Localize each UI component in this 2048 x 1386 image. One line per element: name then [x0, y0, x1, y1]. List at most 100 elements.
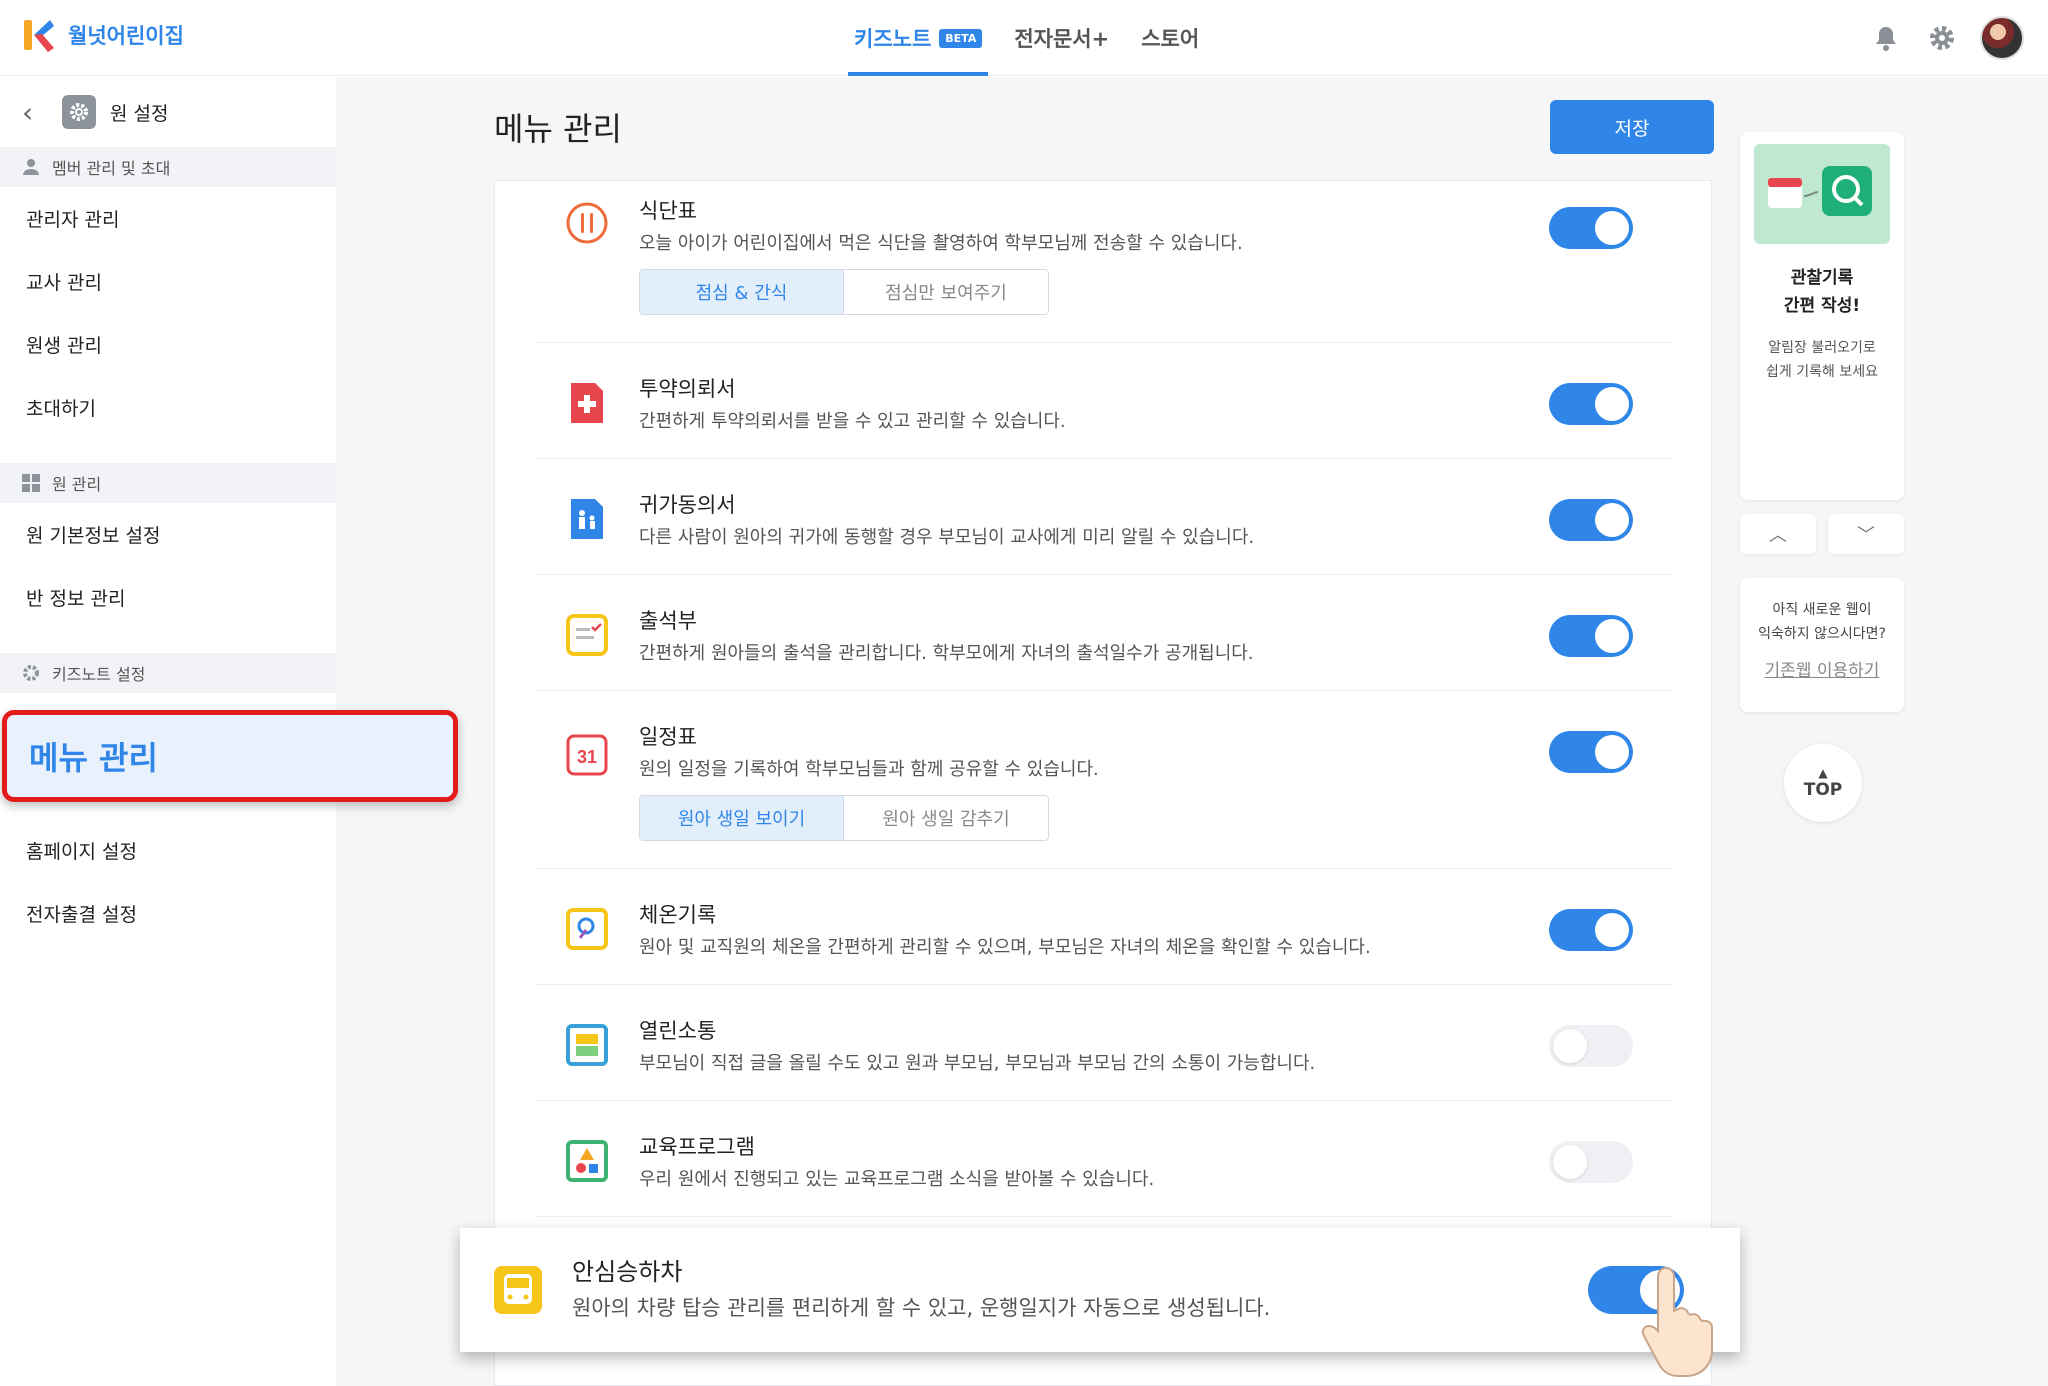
promo-illustration [1754, 144, 1890, 244]
menu-desc: 우리 원에서 진행되고 있는 교육프로그램 소식을 받아볼 수 있습니다. [639, 1169, 1155, 1190]
nav-tab-label: 키즈노트 [854, 27, 932, 51]
chevron-down-icon: ﹀ [1857, 525, 1875, 546]
toggle-education[interactable] [1549, 1141, 1633, 1183]
calendar-icon-text: 31 [577, 747, 597, 767]
nav-tab-kidsnote[interactable]: 키즈노트 BETA [848, 0, 989, 76]
legacy-web-link[interactable]: 기존웹 이용하기 [1740, 656, 1904, 681]
sidebar-item-class-info[interactable]: 반 정보 관리 [0, 566, 336, 629]
medical-cross-icon [565, 381, 609, 425]
gear-small-icon [22, 664, 40, 682]
top-label: TOP [1803, 780, 1843, 800]
scroll-top-button[interactable]: ▲ TOP [1784, 744, 1862, 822]
save-button[interactable]: 저장 [1550, 100, 1714, 154]
section-label: 멤버 관리 및 초대 [52, 159, 171, 178]
main-nav: 키즈노트 BETA 전자문서+ 스토어 [848, 0, 1225, 76]
section-label: 키즈노트 설정 [52, 665, 146, 684]
menu-name: 투약의뢰서 [639, 377, 736, 401]
meal-option-group: 점심 & 간식 점심만 보여주기 [639, 269, 1049, 315]
toggle-temperature[interactable] [1549, 909, 1633, 951]
menu-desc: 간편하게 원아들의 출석을 관리합니다. 학부모에게 자녀의 출석일수가 공개됩… [639, 643, 1254, 664]
sidebar-item-students[interactable]: 원생 관리 [0, 313, 336, 376]
kidsnote-logo-icon [24, 18, 54, 52]
section-kidsnote: 키즈노트 설정 [0, 653, 336, 693]
menu-name: 귀가동의서 [639, 493, 736, 517]
nav-tab-edocs[interactable]: 전자문서+ [1008, 0, 1115, 76]
sidebar-item-menu-management[interactable]: 메뉴 관리 [2, 710, 458, 802]
chevron-up-icon: ︿ [1769, 525, 1787, 546]
promo-title-line: 관찰기록 [1790, 268, 1854, 288]
legacy-web-text: 아직 새로운 웹이 익숙하지 않으시다면? [1740, 598, 1904, 646]
shapes-icon [565, 1139, 609, 1183]
nav-tab-label: 스토어 [1141, 27, 1200, 51]
menu-desc: 다른 사람이 원아의 귀가에 동행할 경우 부모님이 교사에게 미리 알릴 수 … [639, 527, 1255, 548]
menu-desc: 부모님이 직접 글을 올릴 수도 있고 원과 부모님, 부모님과 부모님 간의 … [639, 1053, 1316, 1074]
promo-next-button[interactable]: ﹀ [1828, 514, 1904, 554]
grid-icon [22, 474, 40, 492]
menu-desc: 원의 일정을 기록하여 학부모님들과 함께 공유할 수 있습니다. [639, 759, 1099, 780]
menu-row-safe-boarding: 안심승하차 원아의 차량 탑승 관리를 편리하게 할 수 있고, 운행일지가 자… [460, 1228, 1740, 1352]
legacy-web-card: 아직 새로운 웹이 익숙하지 않으시다면? 기존웹 이용하기 [1740, 578, 1904, 712]
sidebar-item-basic-info[interactable]: 원 기본정보 설정 [0, 503, 336, 566]
option-lunch-snack[interactable]: 점심 & 간식 [640, 270, 844, 314]
promo-title: 관찰기록 간편 작성! [1740, 264, 1904, 320]
sidebar-item-homepage[interactable]: 홈페이지 설정 [0, 819, 336, 882]
header-actions [1854, 14, 2024, 62]
observation-promo-card[interactable]: 관찰기록 간편 작성! 알림장 불러오기로 쉽게 기록해 보세요 [1740, 132, 1904, 500]
calendar-icon: 31 [565, 733, 609, 777]
menu-name: 안심승하차 [572, 1258, 683, 1286]
sidebar-header: ‹ 원 설정 [0, 77, 336, 147]
promo-sub-line: 쉽게 기록해 보세요 [1766, 364, 1878, 380]
option-show-birthday[interactable]: 원아 생일 보이기 [640, 796, 844, 840]
sidebar-item-attendance[interactable]: 전자출결 설정 [0, 882, 336, 945]
menu-name: 체온기록 [639, 903, 717, 927]
back-arrow-icon[interactable]: ‹ [22, 96, 48, 129]
menu-desc: 오늘 아이가 어린이집에서 먹은 식단을 촬영하여 학부모님께 전송할 수 있습… [639, 233, 1243, 254]
legacy-web-line: 익숙하지 않으시다면? [1758, 626, 1886, 642]
family-icon [565, 497, 609, 541]
sidebar-item-admin[interactable]: 관리자 관리 [0, 187, 336, 250]
section-members: 멤버 관리 및 초대 [0, 147, 336, 187]
menu-row-attendance: 출석부 간편하게 원아들의 출석을 관리합니다. 학부모에게 자녀의 출석일수가… [535, 575, 1673, 691]
attendance-icon [565, 613, 609, 657]
bell-icon[interactable] [1862, 14, 1910, 62]
brand-logo[interactable]: 월넛어린이집 [24, 18, 184, 52]
nav-tab-store[interactable]: 스토어 [1135, 0, 1205, 76]
sidebar-title: 원 설정 [110, 102, 169, 125]
chat-board-icon [565, 1023, 609, 1067]
menu-row-education: 교육프로그램 우리 원에서 진행되고 있는 교육프로그램 소식을 받아볼 수 있… [535, 1101, 1673, 1217]
top-header: 월넛어린이집 키즈노트 BETA 전자문서+ 스토어 [0, 0, 2048, 76]
settings-gear-icon [62, 95, 96, 129]
gear-icon[interactable] [1918, 14, 1966, 62]
menu-desc: 원아 및 교직원의 체온을 간편하게 관리할 수 있으며, 부모님은 자녀의 체… [639, 937, 1371, 958]
bus-icon [492, 1264, 544, 1316]
toggle-attendance[interactable] [1549, 615, 1633, 657]
thermometer-icon [565, 907, 609, 951]
promo-subtitle: 알림장 불러오기로 쉽게 기록해 보세요 [1740, 336, 1904, 384]
menu-name: 일정표 [639, 725, 697, 749]
avatar[interactable] [1980, 16, 2024, 60]
promo-sub-line: 알림장 불러오기로 [1768, 340, 1876, 356]
menu-row-medication: 투약의뢰서 간편하게 투약의뢰서를 받을 수 있고 관리할 수 있습니다. [535, 343, 1673, 459]
nav-tab-label: 전자문서+ [1014, 27, 1110, 51]
sidebar-item-invite[interactable]: 초대하기 [0, 376, 336, 439]
section-school: 원 관리 [0, 463, 336, 503]
toggle-schedule[interactable] [1549, 731, 1633, 773]
menu-desc: 간편하게 투약의뢰서를 받을 수 있고 관리할 수 있습니다. [639, 411, 1066, 432]
toggle-meal[interactable] [1549, 207, 1633, 249]
option-lunch-only[interactable]: 점심만 보여주기 [844, 270, 1048, 314]
caret-up-icon: ▲ [1818, 766, 1828, 780]
toggle-pickup-consent[interactable] [1549, 499, 1633, 541]
toggle-medication[interactable] [1549, 383, 1633, 425]
page-title: 메뉴 관리 [494, 110, 622, 148]
legacy-web-line: 아직 새로운 웹이 [1772, 602, 1872, 618]
beta-badge: BETA [939, 28, 983, 48]
sidebar-item-teachers[interactable]: 교사 관리 [0, 250, 336, 313]
promo-prev-button[interactable]: ︿ [1740, 514, 1816, 554]
menu-name: 출석부 [639, 609, 697, 633]
option-hide-birthday[interactable]: 원아 생일 감추기 [844, 796, 1048, 840]
menu-row-schedule: 31 일정표 원의 일정을 기록하여 학부모님들과 함께 공유할 수 있습니다.… [535, 691, 1673, 869]
person-icon [22, 158, 40, 176]
toggle-open-communication[interactable] [1549, 1025, 1633, 1067]
menu-desc: 원아의 차량 탑승 관리를 편리하게 할 수 있고, 운행일지가 자동으로 생성… [572, 1296, 1271, 1320]
menu-name: 식단표 [639, 199, 697, 223]
